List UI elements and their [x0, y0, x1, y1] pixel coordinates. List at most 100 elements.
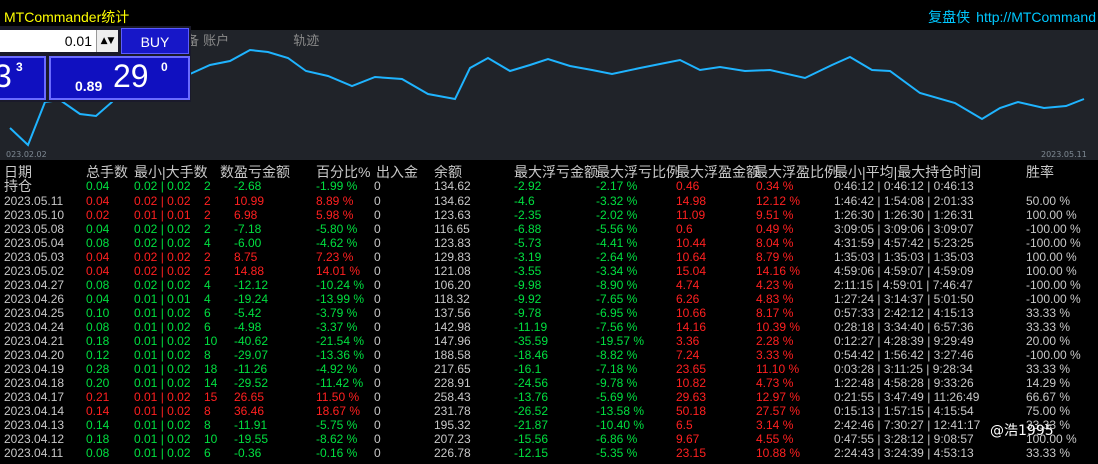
buy-button[interactable]: BUY [121, 28, 189, 54]
cell-float-profit: 6.5 [676, 418, 693, 432]
cell-float-loss: -4.6 [514, 194, 535, 208]
cell-float-profit: 11.09 [676, 208, 706, 222]
cell-float-profit-pct: 2.28 % [756, 334, 794, 348]
cell-min-max-lots: 0.01 | 0.02 [134, 404, 191, 418]
cell-date: 2023.04.25 [4, 306, 65, 320]
lot-spin-icon[interactable]: ▲▼ [96, 30, 118, 52]
cell-count: 2 [204, 208, 211, 222]
cell-total-lots: 0.04 [86, 292, 110, 306]
cell-hold-time: 3:09:05 | 3:09:06 | 3:09:07 [834, 222, 974, 236]
cell-float-loss: -3.19 [514, 250, 542, 264]
cell-float-profit: 23.15 [676, 446, 707, 460]
cell-count: 8 [204, 404, 211, 418]
cell-percent: -4.62 % [316, 236, 358, 250]
cell-pnl: -7.18 [234, 222, 262, 236]
cell-float-profit: 50.18 [676, 404, 707, 418]
cell-float-loss: -12.15 [514, 446, 549, 460]
cell-min-max-lots: 0.01 | 0.02 [134, 390, 191, 404]
cell-date: 2023.04.27 [4, 278, 65, 292]
cell-pnl: -5.42 [234, 306, 262, 320]
buy-price-big: 29 [113, 58, 149, 94]
cell-pnl: -11.26 [234, 362, 268, 376]
cell-float-profit: 3.36 [676, 334, 700, 348]
cell-float-profit-pct: 8.17 % [756, 306, 794, 320]
cell-float-profit: 6.26 [676, 292, 700, 306]
cell-balance: 226.78 [434, 446, 471, 460]
cell-deposit: 0 [374, 404, 381, 418]
cell-min-max-lots: 0.01 | 0.02 [134, 306, 191, 320]
cell-winrate: -100.00 % [1026, 348, 1081, 362]
table-row: 2023.04.11 0.08 0.01 | 0.02 6 -0.36 -0.16 % 0 2… [0, 446, 1098, 460]
cell-count: 2 [204, 179, 211, 193]
sell-price-box[interactable]: 3 3 [0, 56, 46, 100]
cell-float-profit-pct: 3.33 % [756, 348, 794, 362]
cell-pnl: -40.62 [234, 334, 269, 348]
lot-size-input[interactable]: 0.01 [0, 30, 96, 52]
cell-float-loss: -13.76 [514, 390, 549, 404]
cell-float-loss-pct: -6.86 % [596, 432, 638, 446]
cell-date: 2023.04.11 [4, 446, 64, 460]
cell-min-max-lots: 0.01 | 0.01 [134, 208, 191, 222]
cell-count: 18 [204, 362, 218, 376]
cell-float-profit-pct: 12.97 % [756, 390, 801, 404]
brand-url[interactable]: http://MTCommand [976, 9, 1096, 25]
cell-pnl: -2.68 [234, 179, 262, 193]
cell-float-loss: -2.92 [514, 179, 542, 193]
cell-count: 10 [204, 432, 218, 446]
cell-deposit: 0 [374, 250, 381, 264]
cell-min-max-lots: 0.01 | 0.02 [134, 348, 191, 362]
brand-link[interactable]: 复盘侠 http://MTCommand [928, 7, 1096, 27]
cell-count: 8 [204, 348, 211, 362]
cell-count: 4 [204, 292, 211, 306]
cell-date: 2023.05.02 [4, 264, 65, 278]
table-row: 2023.05.08 0.04 0.02 | 0.02 2 -7.18 -5.80 % 0 1… [0, 222, 1098, 236]
cell-count: 2 [204, 250, 211, 264]
holding-row: 持仓 0.04 0.02 | 0.02 2 -2.68 -1.99 % 0 13… [0, 179, 1098, 193]
cell-total-lots: 0.08 [86, 446, 110, 460]
cell-hold-time: 0:57:33 | 2:42:12 | 4:15:13 [834, 306, 974, 320]
cell-hold-time: 2:42:46 | 7:30:27 | 12:41:17 [834, 418, 981, 432]
cell-winrate: 75.00 % [1026, 404, 1071, 418]
cell-percent: -4.92 % [316, 362, 358, 376]
cell-date: 2023.05.03 [4, 250, 65, 264]
cell-winrate: 100.00 % [1026, 264, 1077, 278]
cell-balance: 123.83 [434, 236, 471, 250]
sell-price-sup: 3 [16, 60, 23, 74]
cell-float-loss: -6.88 [514, 222, 542, 236]
cell-min-max-lots: 0.02 | 0.02 [134, 179, 191, 193]
cell-total-lots: 0.20 [86, 376, 110, 390]
cell-date: 2023.05.11 [4, 194, 64, 208]
cell-balance: 137.56 [434, 306, 471, 320]
cell-balance: 195.32 [434, 418, 471, 432]
cell-balance: 147.96 [434, 334, 471, 348]
cell-min-max-lots: 0.02 | 0.02 [134, 222, 191, 236]
cell-total-lots: 0.04 [86, 250, 110, 264]
cell-min-max-lots: 0.01 | 0.02 [134, 334, 191, 348]
buy-price-small: 0.89 [75, 78, 103, 94]
table-row: 2023.04.20 0.12 0.01 | 0.02 8 -29.07 -13.36 %… [0, 348, 1098, 362]
cell-pnl: 14.88 [234, 264, 265, 278]
cell-total-lots: 0.04 [86, 222, 110, 236]
cell-date: 2023.04.12 [4, 432, 65, 446]
table-row: 2023.04.21 0.18 0.01 | 0.02 10 -40.62 -21.54 … [0, 334, 1098, 348]
cell-percent: 18.67 % [316, 404, 361, 418]
cell-total-lots: 0.02 [86, 208, 110, 222]
cell-balance: 231.78 [434, 404, 471, 418]
cell-percent: -13.36 % [316, 348, 365, 362]
cell-deposit: 0 [374, 334, 381, 348]
cell-pnl: -11.91 [234, 418, 268, 432]
cell-float-profit-pct: 27.57 % [756, 404, 801, 418]
cell-winrate: -100.00 % [1026, 292, 1081, 306]
buy-price-box[interactable]: 0.89 29 0 [49, 56, 190, 100]
cell-winrate: 100.00 % [1026, 250, 1077, 264]
cell-float-profit-pct: 9.51 % [756, 208, 794, 222]
cell-float-loss-pct: -7.56 % [596, 320, 638, 334]
cell-percent: 8.89 % [316, 194, 354, 208]
cell-date: 2023.04.14 [4, 404, 65, 418]
cell-date: 2023.04.19 [4, 362, 65, 376]
cell-float-profit: 7.24 [676, 348, 700, 362]
table-row: 2023.05.02 0.04 0.02 | 0.02 2 14.88 14.01 % 0 1… [0, 264, 1098, 278]
cell-winrate: -100.00 % [1026, 236, 1081, 250]
stats-table: 日期 总手数 最小|大手数 数 盈亏金额 百分比% 出入金 余额 最大浮亏金额 … [0, 162, 1098, 464]
cell-date: 2023.05.04 [4, 236, 65, 250]
